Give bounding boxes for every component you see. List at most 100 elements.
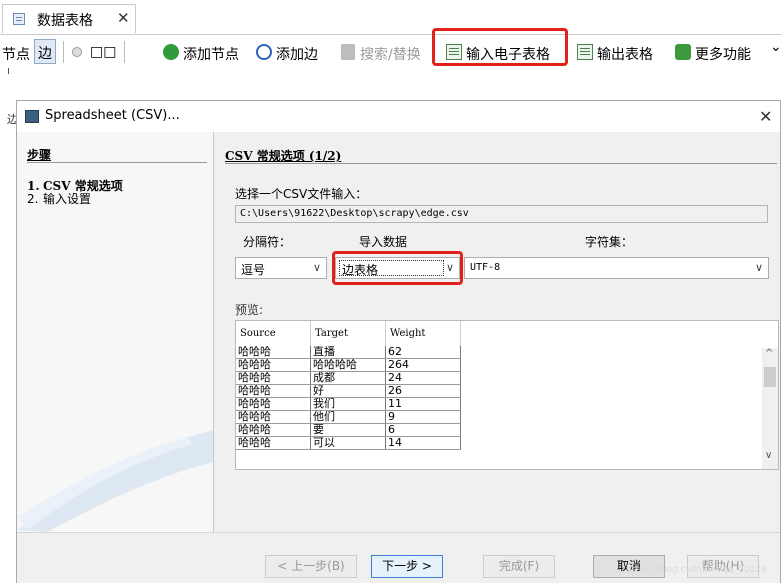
- column-header: Target: [310, 321, 386, 346]
- table-cell: 好: [310, 384, 386, 398]
- table-cell: 26: [385, 384, 461, 398]
- toolbar: 节点 边 □□ 添加节点 添加边 搜索/替换 输入电子表格 输出表格 更多功能 …: [0, 34, 781, 69]
- chevron-down-icon: ∨: [754, 261, 763, 274]
- charset-value: UTF-8: [470, 262, 501, 273]
- table-cell: 62: [385, 346, 461, 359]
- table-header-row: Source Target Weight: [236, 321, 461, 346]
- step-label: 输入设置: [43, 192, 92, 206]
- spreadsheet-icon: [577, 44, 593, 60]
- table-cell: 哈哈哈: [236, 397, 311, 411]
- step-import-settings: 2. 输入设置: [27, 190, 91, 207]
- file-path-field[interactable]: C:\Users\91622\Desktop\scrapy\edge.csv: [235, 205, 768, 223]
- table-icon: [13, 13, 25, 25]
- table-cell: 他们: [310, 410, 386, 424]
- table-cell: 直播: [310, 346, 386, 359]
- circle-icon[interactable]: [72, 47, 82, 57]
- plus-icon: [163, 44, 179, 60]
- step-number: 2.: [27, 192, 39, 206]
- app-tab-bar: 数据表格 ✕: [0, 0, 781, 34]
- app-icon: [25, 110, 39, 123]
- table-cell: 哈哈哈: [236, 371, 311, 385]
- table-cell: 哈哈哈: [236, 346, 311, 359]
- next-button[interactable]: 下一步 >: [371, 555, 443, 578]
- search-replace-label: 搜索/替换: [360, 47, 421, 63]
- toolbar-separator: [124, 41, 125, 63]
- table-row: 哈哈哈 成都 24: [236, 371, 461, 385]
- chevron-down-icon: ⌄: [770, 39, 781, 55]
- table-cell: 哈哈哈: [236, 423, 311, 437]
- dialog-title: Spreadsheet (CSV)...: [45, 108, 180, 123]
- table-cell: 成都: [310, 371, 386, 385]
- dialog-footer: < 上一步(B) 下一步 > 完成(F) 取消 帮助(H): [17, 532, 780, 583]
- table-cell: 要: [310, 423, 386, 437]
- decorative-swoosh: [17, 430, 213, 532]
- chevron-down-icon[interactable]: ∨: [765, 450, 772, 461]
- table-body: 哈哈哈 直播 62 哈哈哈 哈哈哈哈 264 哈哈哈 成都 24 哈哈哈好 26 哈哈哈 我们 11 哈哈哈…: [236, 346, 461, 450]
- pane-divider: [213, 132, 214, 532]
- table-cell: 14: [385, 436, 461, 450]
- strip-mark: [8, 68, 9, 74]
- separator-value: 逗号: [241, 263, 266, 277]
- table-cell: 264: [385, 358, 461, 372]
- table-cell: 24: [385, 371, 461, 385]
- section-title: CSV 常规选项 (1/2): [225, 149, 342, 163]
- table-cell: 6: [385, 423, 461, 437]
- export-table-label: 输出表格: [597, 47, 653, 63]
- table-row: 哈哈哈 他们 9: [236, 410, 461, 424]
- table-cell: 哈哈哈: [236, 384, 311, 398]
- table-row: 哈哈哈 哈哈哈哈 264: [236, 358, 461, 372]
- preview-grid: Source Target Weight 哈哈哈 直播 62 哈哈哈 哈哈哈哈 264 哈哈…: [236, 321, 461, 450]
- edges-tab[interactable]: 边: [34, 39, 56, 64]
- csv-import-dialog: Spreadsheet (CSV)... ✕ 步骤 1. CSV 常规选项 2. 输…: [16, 100, 781, 583]
- finish-button[interactable]: 完成(F): [483, 555, 555, 578]
- table-row: 哈哈哈好 26: [236, 384, 461, 398]
- separator-select[interactable]: 逗号 ∨: [235, 257, 327, 279]
- table-cell: 哈哈哈哈: [310, 358, 386, 372]
- puzzle-icon: [675, 44, 691, 60]
- column-header: Weight: [385, 321, 461, 346]
- vertical-scrollbar[interactable]: ^ ∨: [762, 348, 778, 469]
- import-label: 导入数据: [359, 235, 408, 249]
- chevron-down-icon: ∨: [312, 261, 321, 274]
- scrollbar-thumb[interactable]: [764, 367, 776, 387]
- dialog-titlebar: Spreadsheet (CSV)... ✕: [17, 101, 780, 132]
- steps-pane: 步骤 1. CSV 常规选项 2. 输入设置: [17, 132, 213, 532]
- table-cell: 哈哈哈: [236, 358, 311, 372]
- back-button[interactable]: < 上一步(B): [265, 555, 357, 578]
- edges-tab-label: 边: [38, 46, 52, 62]
- add-node-label: 添加节点: [183, 47, 239, 63]
- steps-heading: 步骤: [27, 148, 52, 162]
- toggle-view-icon[interactable]: □□: [90, 44, 116, 60]
- tab-data-table[interactable]: 数据表格 ✕: [2, 4, 136, 33]
- divider: [225, 163, 777, 164]
- table-row: 哈哈哈 可以 14: [236, 436, 461, 450]
- table-cell: 我们: [310, 397, 386, 411]
- close-icon[interactable]: ✕: [759, 107, 772, 126]
- column-header: Source: [236, 321, 311, 346]
- chevron-up-icon[interactable]: ^: [765, 348, 773, 359]
- binoculars-icon: [341, 44, 355, 60]
- charset-select[interactable]: UTF-8 ∨: [464, 257, 769, 279]
- table-cell: 可以: [310, 436, 386, 450]
- file-label: 选择一个CSV文件输入：: [235, 187, 368, 201]
- separator-label: 分隔符：: [243, 235, 292, 249]
- table-cell: 9: [385, 410, 461, 424]
- toolbar-strip: [0, 68, 781, 78]
- divider: [27, 162, 207, 163]
- nodes-tab[interactable]: 节点: [2, 44, 30, 64]
- toolbar-separator: [63, 41, 64, 63]
- more-actions-label: 更多功能: [695, 47, 751, 63]
- preview-label: 预览:: [235, 303, 264, 317]
- plus-icon: [256, 44, 272, 60]
- red-highlight-frame: [432, 28, 568, 66]
- preview-table: Source Target Weight 哈哈哈 直播 62 哈哈哈 哈哈哈哈 264 哈哈…: [235, 320, 779, 470]
- charset-label: 字符集：: [585, 235, 634, 249]
- close-icon[interactable]: ✕: [117, 9, 130, 27]
- table-row: 哈哈哈要 6: [236, 423, 461, 437]
- table-row: 哈哈哈 直播 62: [236, 346, 461, 359]
- red-highlight-frame: [332, 251, 463, 285]
- watermark: https://blog.csdn.net/qq_20228: [626, 565, 767, 575]
- table-cell: 11: [385, 397, 461, 411]
- add-edge-label: 添加边: [276, 47, 318, 63]
- table-cell: 哈哈哈: [236, 436, 311, 450]
